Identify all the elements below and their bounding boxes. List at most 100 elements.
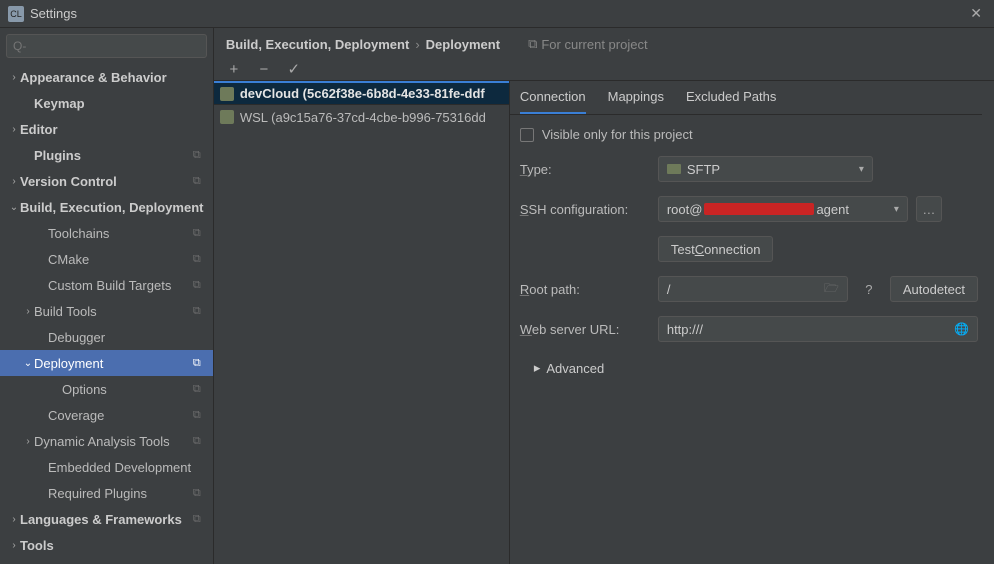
window-title: Settings (30, 6, 77, 21)
arrow-icon: ⌄ (8, 202, 20, 213)
sidebar-item-label: Toolchains (48, 226, 193, 241)
sidebar-item[interactable]: ›Dynamic Analysis Tools⧉ (0, 428, 213, 454)
sidebar-item[interactable]: ›Appearance & Behavior (0, 64, 213, 90)
server-item[interactable]: devCloud (5c62f38e-6b8d-4e33-81fe-ddf (214, 81, 509, 105)
advanced-toggle[interactable]: ▸ Advanced (520, 356, 978, 376)
globe-icon[interactable]: 🌐 (954, 322, 969, 336)
web-url-label: Web server URL: (520, 322, 650, 337)
sidebar-item[interactable]: ⌄Deployment⧉ (0, 350, 213, 376)
sidebar-item-label: Options (62, 382, 193, 397)
copy-icon: ⧉ (193, 253, 207, 266)
copy-icon: ⧉ (193, 435, 207, 448)
copy-icon: ⧉ (528, 36, 537, 52)
sidebar-item[interactable]: CMake⧉ (0, 246, 213, 272)
server-icon (220, 110, 234, 124)
ssh-config-browse-button[interactable]: … (916, 196, 942, 222)
sidebar-item[interactable]: Keymap (0, 90, 213, 116)
sidebar-item[interactable]: ›Editor (0, 116, 213, 142)
visible-only-checkbox[interactable] (520, 128, 534, 142)
redacted-host (704, 203, 814, 215)
sidebar-item-label: CMake (48, 252, 193, 267)
copy-icon: ⧉ (193, 227, 207, 240)
close-icon[interactable]: ✕ (966, 5, 986, 22)
search-input[interactable] (6, 34, 207, 58)
sidebar-item[interactable]: Embedded Development (0, 454, 213, 480)
ssh-config-select[interactable]: root@agent ▾ (658, 196, 908, 222)
type-select[interactable]: SFTP ▾ (658, 156, 873, 182)
arrow-icon: › (8, 540, 20, 551)
sidebar-item-label: Version Control (20, 174, 193, 189)
chevron-right-icon: › (415, 37, 419, 52)
sidebar-item-label: Custom Build Targets (48, 278, 193, 293)
chevron-down-icon: ▾ (859, 164, 864, 175)
sidebar: ›Appearance & BehaviorKeymap›EditorPlugi… (0, 28, 214, 564)
type-label: Type: (520, 162, 650, 177)
copy-icon: ⧉ (193, 513, 207, 526)
sidebar-item-label: Build Tools (34, 304, 193, 319)
project-scope-hint: ⧉ For current project (528, 36, 648, 52)
chevron-right-icon: ▸ (534, 360, 541, 376)
copy-icon: ⧉ (193, 383, 207, 396)
arrow-icon: › (8, 176, 20, 187)
copy-icon: ⧉ (193, 409, 207, 422)
sidebar-item-label: Editor (20, 122, 213, 137)
sidebar-item[interactable]: Options⧉ (0, 376, 213, 402)
sidebar-item-label: Appearance & Behavior (20, 70, 213, 85)
sidebar-item[interactable]: Toolchains⧉ (0, 220, 213, 246)
sidebar-item-label: Required Plugins (48, 486, 193, 501)
copy-icon: ⧉ (193, 357, 207, 370)
copy-icon: ⧉ (193, 487, 207, 500)
sidebar-item-label: Build, Execution, Deployment (20, 200, 213, 215)
root-path-label: Root path: (520, 282, 650, 297)
sidebar-item[interactable]: Required Plugins⧉ (0, 480, 213, 506)
root-path-input[interactable]: / 🗁 (658, 276, 848, 302)
server-icon (220, 87, 234, 101)
sidebar-item-label: Tools (20, 538, 213, 553)
sidebar-item[interactable]: ›Tools (0, 532, 213, 558)
sftp-icon (667, 164, 681, 174)
add-icon[interactable]: + (226, 61, 242, 78)
arrow-icon: › (8, 124, 20, 135)
tab-excluded-paths[interactable]: Excluded Paths (686, 89, 776, 114)
visible-only-label: Visible only for this project (542, 127, 693, 142)
test-connection-button[interactable]: Test Connection (658, 236, 774, 262)
sidebar-item[interactable]: ›Version Control⧉ (0, 168, 213, 194)
sidebar-item[interactable]: Debugger (0, 324, 213, 350)
chevron-down-icon: ▾ (894, 204, 899, 215)
sidebar-item[interactable]: ›Languages & Frameworks⧉ (0, 506, 213, 532)
breadcrumb: Deployment (426, 37, 500, 52)
folder-icon[interactable]: 🗁 (824, 279, 839, 300)
sidebar-item-label: Debugger (48, 330, 213, 345)
server-label: devCloud (5c62f38e-6b8d-4e33-81fe-ddf (240, 86, 485, 101)
server-item[interactable]: WSL (a9c15a76-37cd-4cbe-b996-75316dd (214, 105, 509, 129)
sidebar-item-label: Plugins (34, 148, 193, 163)
server-label: WSL (a9c15a76-37cd-4cbe-b996-75316dd (240, 110, 486, 125)
arrow-icon: › (8, 72, 20, 83)
sidebar-item-label: Keymap (34, 96, 213, 111)
arrow-icon: ⌄ (22, 358, 34, 369)
sidebar-item-label: Embedded Development (48, 460, 213, 475)
sidebar-item[interactable]: Coverage⧉ (0, 402, 213, 428)
sidebar-item[interactable]: Plugins⧉ (0, 142, 213, 168)
web-url-input[interactable]: http:/// 🌐 (658, 316, 978, 342)
sidebar-item-label: Coverage (48, 408, 193, 423)
copy-icon: ⧉ (193, 175, 207, 188)
sidebar-item[interactable]: Custom Build Targets⧉ (0, 272, 213, 298)
remove-icon[interactable]: − (256, 61, 272, 78)
autodetect-button[interactable]: Autodetect (890, 276, 978, 302)
sidebar-item-label: Dynamic Analysis Tools (34, 434, 193, 449)
sidebar-item-label: Deployment (34, 356, 193, 371)
app-icon: CL (8, 6, 24, 22)
breadcrumb: Build, Execution, Deployment (226, 37, 409, 52)
sidebar-item-label: Languages & Frameworks (20, 512, 193, 527)
deployment-server-list: devCloud (5c62f38e-6b8d-4e33-81fe-ddf WSL… (214, 81, 510, 564)
sidebar-item[interactable]: ⌄Build, Execution, Deployment (0, 194, 213, 220)
help-icon[interactable]: ? (856, 276, 882, 302)
check-icon[interactable]: ✓ (286, 60, 302, 78)
tab-mappings[interactable]: Mappings (608, 89, 664, 114)
server-toolbar: + − ✓ (214, 56, 994, 80)
arrow-icon: › (8, 514, 20, 525)
ssh-config-label: SSH configuration: (520, 202, 650, 217)
tab-connection[interactable]: Connection (520, 89, 586, 114)
sidebar-item[interactable]: ›Build Tools⧉ (0, 298, 213, 324)
